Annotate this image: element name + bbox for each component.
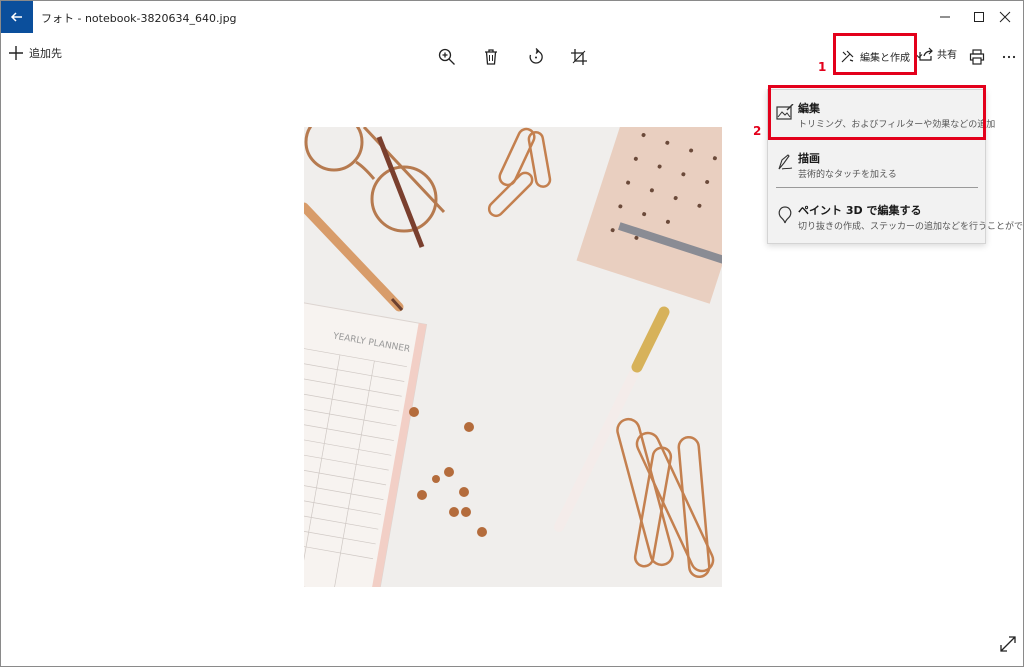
menu-item-edit[interactable]: 編集 トリミング、およびフィルターや効果などの追加 [768, 92, 995, 136]
fullscreen-button[interactable] [997, 633, 1019, 655]
photos-app-window: フォト - notebook-3820634_640.jpg 追加先 編集と作成… [0, 0, 1024, 667]
minimize-icon [940, 16, 950, 18]
close-icon [999, 11, 1011, 23]
expand-icon [1000, 636, 1016, 652]
back-arrow-icon [10, 12, 22, 22]
share-label: 共有 [937, 50, 957, 61]
menu-item-edit-title: 編集 [798, 102, 820, 115]
share-icon [919, 47, 933, 61]
delete-button[interactable] [477, 43, 505, 71]
edit-create-label: 編集と作成 [860, 52, 910, 64]
step-1-label: 1 [818, 60, 827, 74]
photo-image: YEARLY PLANNER [304, 127, 722, 587]
menu-item-paint3d-title: ペイント 3D で編集する [798, 204, 922, 217]
add-to-button[interactable]: 追加先 [9, 45, 62, 61]
title-bar: フォト - notebook-3820634_640.jpg [1, 1, 1023, 33]
back-button[interactable] [1, 1, 33, 33]
crop-icon [571, 49, 587, 65]
menu-item-draw[interactable]: 描画 芸術的なタッチを加える [768, 142, 985, 186]
close-button[interactable] [987, 1, 1023, 33]
menu-item-draw-desc: 芸術的なタッチを加える [798, 170, 897, 180]
pen-draw-icon [778, 154, 793, 170]
add-to-label: 追加先 [29, 47, 62, 60]
minimize-button[interactable] [927, 1, 963, 33]
menu-item-edit-desc: トリミング、およびフィルターや効果などの追加 [798, 120, 996, 130]
zoom-in-icon [438, 48, 455, 65]
menu-item-paint3d[interactable]: ペイント 3D で編集する 切り抜きの作成、ステッカーの追加などを行うことができ… [768, 194, 1023, 238]
more-button[interactable] [995, 43, 1023, 71]
print-button[interactable] [963, 43, 991, 71]
step-2-label: 2 [753, 124, 762, 138]
trash-icon [485, 49, 497, 65]
menu-item-paint3d-desc: 切り抜きの作成、ステッカーの追加などを行うことができます [798, 222, 1024, 232]
maximize-icon [974, 12, 984, 22]
zoom-button[interactable] [433, 43, 461, 71]
menu-item-draw-title: 描画 [798, 152, 820, 165]
rotate-icon [529, 48, 543, 64]
edit-create-menu: 編集 トリミング、およびフィルターや効果などの追加 描画 芸術的なタッチを加える… [767, 89, 1023, 244]
rotate-button[interactable] [522, 43, 550, 71]
desk-flatlay-illustration: YEARLY PLANNER [304, 127, 722, 587]
window-title: フォト - notebook-3820634_640.jpg [41, 12, 237, 25]
edit-create-button[interactable]: 編集と作成 [837, 45, 927, 67]
print-icon [969, 49, 985, 65]
toolbar: 追加先 編集と作成 共有 [1, 37, 1023, 77]
plus-icon [9, 46, 23, 60]
share-button[interactable]: 共有 [919, 46, 957, 61]
more-icon [1002, 55, 1016, 59]
edit-create-icon [841, 50, 854, 63]
crop-button[interactable] [565, 43, 593, 71]
menu-separator [776, 187, 978, 188]
image-edit-icon [776, 104, 794, 120]
paint3d-icon [778, 206, 792, 224]
